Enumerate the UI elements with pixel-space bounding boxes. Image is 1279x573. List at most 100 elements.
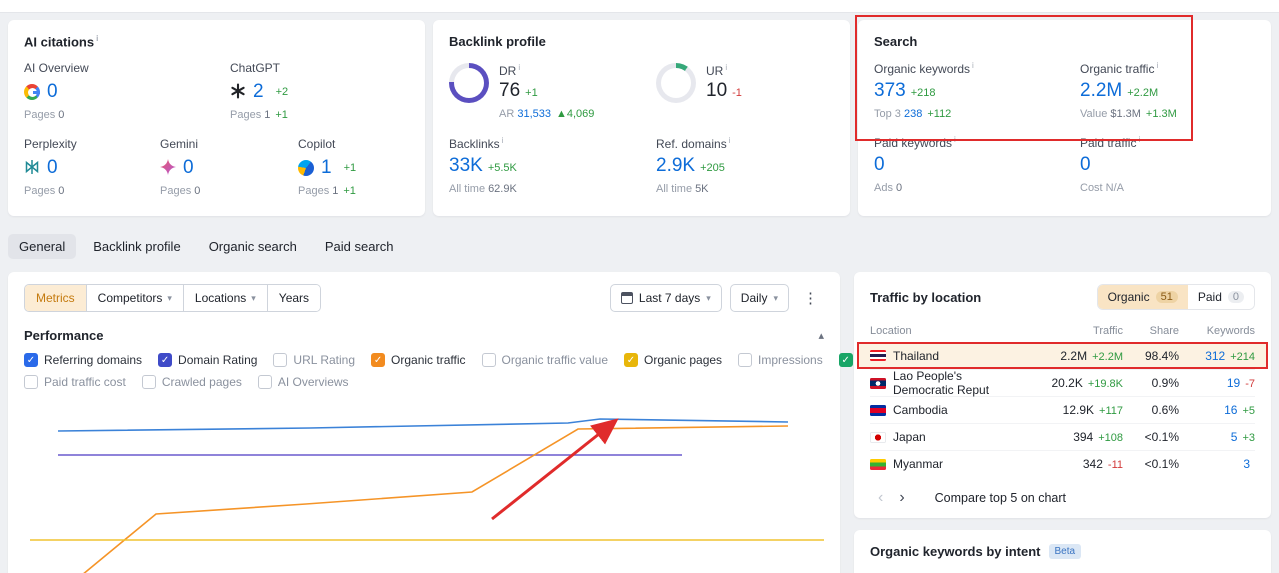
ur-value: 10	[706, 80, 728, 101]
chevron-down-icon	[251, 293, 256, 304]
ai-item-label: Perplexity	[24, 137, 77, 152]
compare-top5-link[interactable]: Compare top 5 on chart	[935, 491, 1066, 505]
tab-backlink-profile[interactable]: Backlink profile	[82, 234, 191, 259]
tab-general[interactable]: General	[8, 234, 77, 259]
chevron-down-icon	[706, 293, 711, 304]
backlinks-value[interactable]: 33K	[449, 155, 483, 176]
calendar-icon	[620, 292, 633, 304]
chevron-down-icon	[773, 293, 778, 304]
beta-badge: Beta	[1048, 544, 1082, 559]
metric-checkbox-organic-traffic[interactable]: Organic traffic	[371, 353, 466, 367]
ar-value[interactable]: 31,533	[517, 108, 551, 120]
checkbox-icon	[158, 353, 173, 367]
ur-gauge	[656, 63, 696, 103]
location-row[interactable]: Thailand 2.2M +2.2M 98.4% 312 +214	[857, 342, 1268, 369]
ai-citation-item: AI Overview 0 Pages 0	[24, 61, 230, 121]
myanmar-flag-icon	[870, 458, 886, 470]
organic-count-badge: 51	[1155, 291, 1178, 303]
metric-checkbox-ai-overviews[interactable]: AI Overviews	[257, 375, 349, 389]
paid-traffic-value[interactable]: 0	[1080, 154, 1091, 175]
paid-keywords-value[interactable]: 0	[874, 154, 885, 175]
performance-chart	[24, 393, 834, 573]
granularity-dropdown[interactable]: Daily	[729, 284, 789, 312]
ur-label: UR	[706, 63, 742, 78]
location-row[interactable]: Lao People's Democratic Reput 20.2K +19.8…	[870, 369, 1255, 397]
japan-flag-icon	[870, 431, 886, 443]
paid-toggle[interactable]: Paid 0	[1187, 285, 1254, 309]
cambodia-flag-icon	[870, 404, 886, 416]
thailand-flag-icon	[870, 350, 886, 361]
laos-flag-icon	[870, 377, 886, 389]
checkbox-icon	[371, 353, 386, 367]
organic-keywords-value[interactable]: 373	[874, 80, 906, 101]
ai-item-value[interactable]: 0	[183, 157, 194, 179]
gemini-icon	[160, 158, 176, 178]
dr-value: 76	[499, 80, 521, 101]
ai-item-label: AI Overview	[24, 61, 89, 76]
column-header-share: Share	[1149, 325, 1179, 337]
checkbox-icon	[257, 375, 272, 389]
ai-citation-item: Perplexity 0 Pages 0	[24, 137, 160, 197]
paid-count-badge: 0	[1227, 291, 1244, 303]
location-row[interactable]: Cambodia 12.9K +117 0.6% 16 +5	[870, 396, 1255, 423]
ai-citations-title: AI citations	[24, 34, 409, 49]
organic-toggle[interactable]: Organic 51	[1097, 285, 1188, 309]
organic-traffic-label: Organic traffic	[1080, 61, 1177, 76]
metric-checkbox-organic-traffic-value[interactable]: Organic traffic value	[481, 353, 608, 367]
backlink-profile-card: Backlink profile DR 76+1 AR 31,533▲4,069…	[433, 20, 850, 216]
checkbox-icon	[24, 375, 38, 389]
checkbox-icon	[24, 353, 38, 367]
chart-controls-group: Metrics Competitors Locations Years	[24, 284, 322, 312]
date-range-button[interactable]: Last 7 days	[609, 284, 722, 312]
ai-citation-item: Copilot 1 +1 Pages 1 +1	[298, 137, 357, 198]
next-page-button[interactable]	[891, 491, 912, 505]
ai-item-value[interactable]: 1	[321, 157, 332, 179]
location-row[interactable]: Myanmar 342 -11 <0.1% 3	[870, 450, 1255, 477]
organic-keywords-by-intent-title: Organic keywords by intent	[870, 544, 1041, 559]
traffic-type-toggle: Organic 51 Paid 0	[1096, 284, 1255, 310]
ai-item-value[interactable]: 2	[253, 81, 264, 103]
checkbox-icon	[738, 353, 753, 367]
google-icon	[24, 84, 40, 101]
ai-citation-item: Gemini 0 Pages 0	[160, 137, 298, 197]
metric-checkbox-paid-traffic-cost[interactable]: Paid traffic cost	[24, 375, 126, 389]
tab-paid-search[interactable]: Paid search	[314, 234, 405, 259]
more-options-menu[interactable]	[797, 289, 824, 307]
collapse-chevron-icon[interactable]	[818, 329, 824, 342]
checkbox-icon	[624, 353, 638, 367]
checkbox-icon	[481, 353, 496, 367]
metrics-button[interactable]: Metrics	[25, 285, 87, 311]
metric-checkbox-domain-rating[interactable]: Domain Rating	[158, 353, 257, 367]
column-header-location: Location	[870, 325, 912, 337]
ai-item-value[interactable]: 0	[47, 81, 58, 103]
dr-label: DR	[499, 63, 594, 78]
organic-keywords-label: Organic keywords	[874, 61, 1080, 76]
organic-traffic-value[interactable]: 2.2M	[1080, 80, 1122, 101]
copilot-icon	[298, 160, 314, 177]
metric-checkbox-url-rating[interactable]: URL Rating	[273, 353, 355, 367]
ai-item-label: Gemini	[160, 137, 199, 152]
competitors-dropdown[interactable]: Competitors	[86, 285, 184, 311]
search-card: Search Organic keywords 373+218 Top 3 23…	[855, 15, 1271, 216]
metric-checkbox-organic-pages[interactable]: Organic pages	[624, 353, 722, 367]
ref-domains-label: Ref. domains	[656, 136, 730, 151]
checkbox-icon	[838, 353, 853, 367]
metric-checkbox-referring-domains[interactable]: Referring domains	[24, 353, 142, 367]
checkbox-icon	[141, 375, 156, 389]
location-row[interactable]: Japan 394 +108 <0.1% 5 +3	[870, 423, 1255, 450]
metric-checkbox-impressions[interactable]: Impressions	[738, 353, 823, 367]
top-strip	[0, 0, 1279, 13]
section-tabs: General Backlink profile Organic search …	[8, 234, 405, 259]
perplexity-icon	[24, 159, 40, 178]
chatgpt-icon	[230, 83, 246, 102]
tab-organic-search[interactable]: Organic search	[198, 234, 308, 259]
chevron-down-icon	[167, 293, 172, 304]
ref-domains-value[interactable]: 2.9K	[656, 155, 695, 176]
prev-page-button[interactable]	[870, 491, 891, 505]
overview-panel: Metrics Competitors Locations Years Last…	[8, 272, 915, 573]
ai-item-value[interactable]: 0	[47, 157, 58, 179]
metric-checkbox-crawled-pages[interactable]: Crawled pages	[141, 375, 242, 389]
years-button[interactable]: Years	[267, 285, 321, 311]
paid-traffic-label: Paid traffic	[1080, 135, 1140, 150]
locations-dropdown[interactable]: Locations	[183, 285, 268, 311]
